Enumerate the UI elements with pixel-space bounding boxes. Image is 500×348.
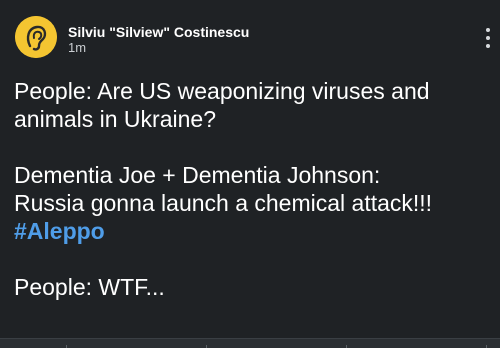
message-line: animals in Ukraine? [14, 106, 216, 132]
post-card: Silviu "Silview" Costinescu 1m People: A… [0, 0, 500, 348]
avatar[interactable] [15, 16, 57, 58]
more-vertical-icon[interactable] [482, 24, 494, 52]
message-line: People: WTF... [14, 274, 165, 300]
hashtag-link[interactable]: #Aleppo [14, 217, 494, 245]
ear-logo-icon [15, 16, 57, 58]
author-name[interactable]: Silviu "Silview" Costinescu [68, 24, 249, 40]
message-line: Dementia Joe + Dementia Johnson: [14, 162, 381, 188]
post-footer [0, 338, 500, 348]
message-line: Russia gonna launch a chemical attack!!! [14, 190, 433, 216]
message-line: People: Are US weaponizing viruses and [14, 78, 430, 104]
post-time: 1m [68, 40, 87, 55]
post-message: People: Are US weaponizing viruses and a… [14, 77, 494, 301]
